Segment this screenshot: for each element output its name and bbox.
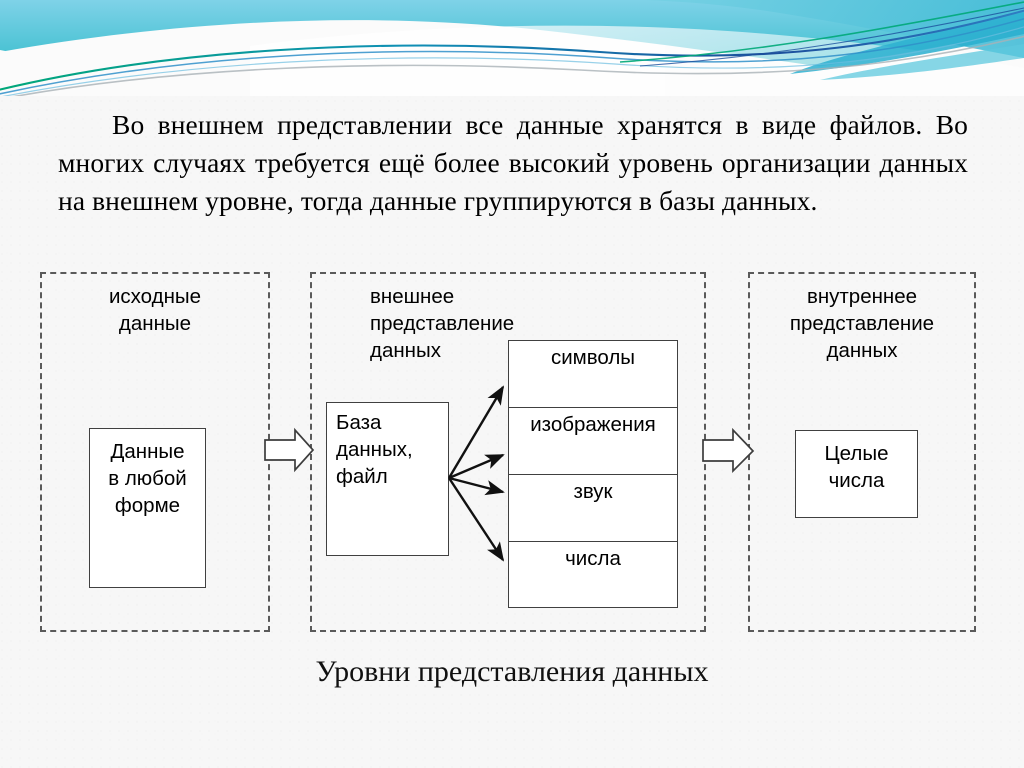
flow-arrow-source-to-external: [264, 427, 315, 473]
stack-cell-numbers: числа: [509, 542, 677, 609]
stack-cell-symbols: символы: [509, 341, 677, 408]
box-integer-numbers: Целые числа: [795, 430, 918, 518]
diagram-caption: Уровни представления данных: [315, 655, 709, 688]
stack-label-images: изображения: [530, 413, 656, 436]
stack-label-sound: звук: [573, 480, 613, 503]
stack-cell-images: изображения: [509, 408, 677, 475]
stack-cell-sound: звук: [509, 475, 677, 542]
data-kinds-stack: символы изображения звук числа: [508, 340, 678, 608]
slide: Во внешнем представлении все данные хран…: [0, 0, 1024, 768]
stack-label-numbers: числа: [565, 547, 621, 570]
panel-title-source-data: исходные данные: [108, 285, 202, 335]
panel-title-internal-view: внутреннее представление данных: [789, 285, 935, 362]
box-database-file: База данных, файл: [326, 402, 449, 556]
data-levels-diagram: исходные данные внешнее представление да…: [0, 0, 1024, 768]
flow-arrow-external-to-internal: [702, 427, 755, 474]
stack-label-symbols: символы: [550, 346, 636, 369]
box-data-in-any-form: Данные в любой форме: [89, 428, 206, 588]
